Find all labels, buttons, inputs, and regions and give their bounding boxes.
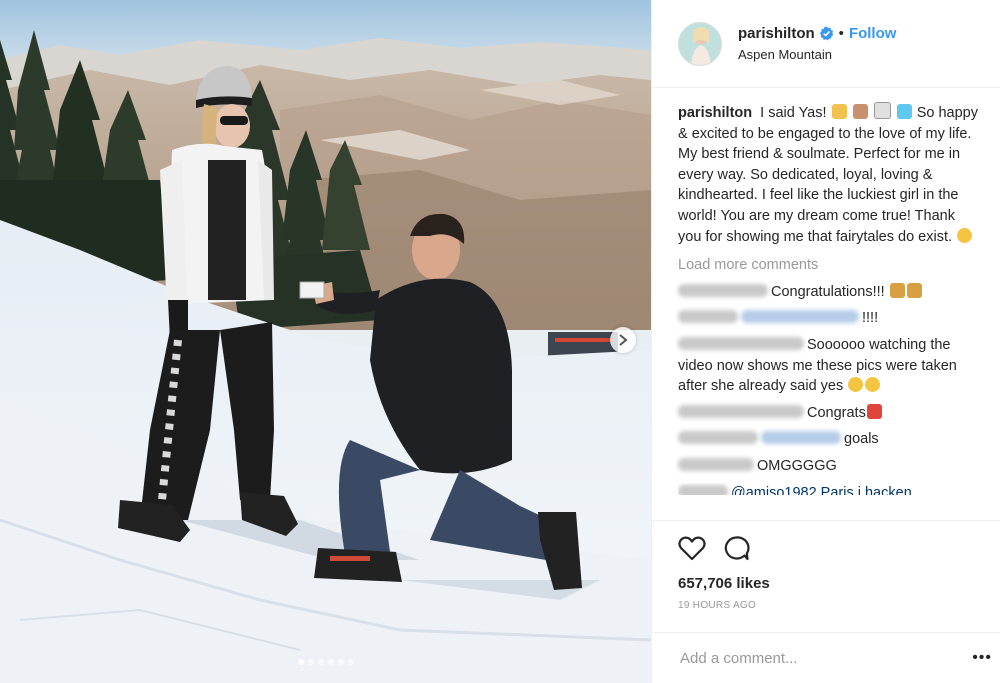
comment-text: OMGGGGG [757,457,837,474]
post-header: parishilton • Follow Aspen Mountain [652,0,1000,88]
comment-text: !!!! [862,310,879,327]
caption-username[interactable]: parishilton [678,105,752,121]
bride-emoji-icon [852,104,868,119]
comment-mention-blurred[interactable] [741,310,859,324]
comments-list[interactable]: parishilton I said Yas! So happy & excit… [652,88,1000,520]
carousel-dot [307,659,314,665]
post-actions: 657,706 likes 19 HOURS AGO [652,520,1000,611]
ring-emoji-icon [873,102,891,119]
comment-username-blurred[interactable] [678,457,754,471]
carousel-indicator [0,659,651,665]
header-username[interactable]: parishilton [738,25,815,42]
comment-username-blurred[interactable] [678,310,738,324]
carousel-dot [297,659,304,665]
carousel-next-button[interactable] [610,327,636,353]
comment-icon[interactable] [722,535,750,561]
post-timestamp[interactable]: 19 HOURS AGO [678,600,974,611]
comment: @amiso1982 Paris i hacken [678,483,982,495]
caption-main-text: So happy & excited to be engaged to the … [678,105,978,245]
verified-badge-icon [819,26,834,41]
comment: goals [678,429,982,450]
party-popper-emoji-icon [906,282,922,298]
comment: OMGGGGG [678,456,982,477]
comment-username-blurred[interactable] [678,283,768,297]
likes-count[interactable]: 657,706 likes [678,575,974,592]
chevron-right-icon [619,334,628,346]
comment-username-blurred[interactable] [678,431,758,445]
comment-username-blurred[interactable] [678,336,804,350]
avatar-image [679,22,721,65]
follow-button[interactable]: Follow [849,25,897,42]
comment-mention-blurred[interactable] [761,431,841,445]
comment: !!!! [678,308,982,329]
comment-text: Congrats [807,404,866,421]
add-comment-input[interactable] [678,648,973,668]
comment: Soooooo watching the video now shows me … [678,335,982,397]
heart-icon[interactable] [678,535,706,561]
location-link[interactable]: Aspen Mountain [738,47,896,62]
header-separator: • [838,25,844,42]
proposal-photo-scene [0,0,651,683]
caption-lead-text: I said Yas! [760,105,827,121]
more-options-icon[interactable]: ••• [972,649,992,667]
avatar[interactable] [678,21,722,66]
carousel-dot [317,659,324,665]
ring-box-emoji-icon [831,104,847,119]
comment-username-blurred[interactable] [678,484,728,495]
carousel-dot [337,659,344,665]
tears-of-joy-emoji-icon [865,377,881,393]
gem-emoji-icon [896,104,912,119]
comment-username-blurred[interactable] [678,404,804,418]
add-comment-bar: ••• [652,632,1000,683]
heart-eyes-emoji-icon [957,227,973,243]
comment-text: @amiso1982 Paris i hacken [731,484,912,495]
comment-text: Congratulations!!! [771,283,885,300]
comment: Congratulations!!! [678,282,982,303]
post-side-panel: parishilton • Follow Aspen Mountain pari… [651,0,1000,683]
carousel-dot [327,659,334,665]
load-more-comments-link[interactable]: Load more comments [678,255,982,276]
instagram-post: parishilton • Follow Aspen Mountain pari… [0,0,1000,683]
comment-text: goals [844,431,879,448]
carousel-dot [347,659,354,665]
post-photo[interactable] [0,0,651,683]
hearts-emoji-icon [866,403,882,419]
post-caption: parishilton I said Yas! So happy & excit… [678,102,982,247]
tears-of-joy-emoji-icon [848,377,864,393]
party-popper-emoji-icon [889,282,905,298]
comment: Congrats [678,403,982,424]
